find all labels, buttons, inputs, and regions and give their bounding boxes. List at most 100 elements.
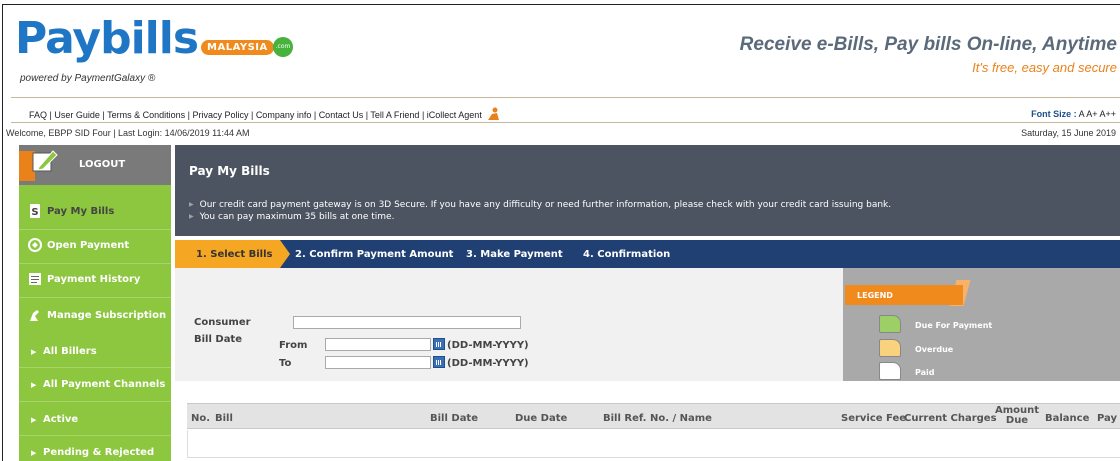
logout-button[interactable]: LOGOUT	[19, 145, 171, 185]
sidebar-separator	[19, 229, 171, 230]
calendar-icon[interactable]	[433, 356, 445, 368]
font-size-label: Font Size :	[1031, 109, 1077, 119]
powered-by: powered by PaymentGalaxy ®	[20, 73, 156, 84]
link-terms[interactable]: Terms & Conditions	[107, 110, 185, 120]
step-confirm-payment-amount[interactable]: 2. Confirm Payment Amount	[295, 249, 453, 260]
to-label: To	[279, 358, 292, 369]
col-due-date[interactable]: Due Date	[515, 413, 567, 424]
pencil-icon	[32, 150, 58, 172]
bill-date-label: Bill Date	[194, 334, 242, 345]
arrow-right-icon: ▶	[31, 381, 37, 389]
site-logo[interactable]: Paybills MALAYSIA .com	[15, 13, 293, 64]
sidebar-item-open-payment[interactable]: Open Payment	[19, 231, 171, 261]
sidebar-sub-active[interactable]: ▶ Active	[19, 409, 171, 433]
step-progress-bar: 1. Select Bills 2. Confirm Payment Amoun…	[175, 240, 1120, 268]
notice-list: ▶ Our credit card payment gateway is on 3…	[189, 199, 891, 223]
link-company-info[interactable]: Company info	[256, 110, 312, 120]
bills-table-body	[187, 430, 1120, 458]
dollar-doc-icon: S	[30, 204, 40, 218]
divider	[11, 97, 1120, 98]
page-title: Pay My Bills	[189, 164, 270, 178]
sidebar-separator	[19, 263, 171, 264]
legend-panel: LEGEND Due For Payment Overdue Paid	[843, 268, 1120, 381]
legend-due-label: Due For Payment	[915, 321, 993, 330]
overdue-swatch	[879, 339, 901, 357]
date-format-hint: (DD-MM-YYYY)	[447, 358, 529, 369]
arrow-right-icon: ▶	[31, 348, 37, 356]
step-select-bills[interactable]: 1. Select Bills	[196, 249, 272, 260]
link-icollect-agent[interactable]: iCollect Agent	[427, 110, 482, 120]
tagline: Receive e-Bills, Pay bills On-line, Anyt…	[739, 34, 1117, 55]
sidebar-item-pay-my-bills[interactable]: S Pay My Bills	[19, 197, 171, 227]
link-privacy[interactable]: Privacy Policy	[192, 110, 248, 120]
top-links: FAQ | User Guide | Terms & Conditions | …	[29, 107, 500, 121]
sidebar-separator	[19, 297, 171, 298]
link-tell-a-friend[interactable]: Tell A Friend	[370, 110, 419, 120]
sidebar-separator	[19, 435, 171, 436]
sidebar-separator	[19, 401, 171, 402]
step-make-payment[interactable]: 3. Make Payment	[466, 249, 563, 260]
logo-country: MALAYSIA	[201, 40, 274, 55]
sidebar-sub-all-billers[interactable]: ▶ All Billers	[19, 341, 171, 365]
col-bill-ref[interactable]: Bill Ref. No. / Name	[603, 413, 712, 424]
arrow-right-icon: ▶	[31, 416, 37, 424]
col-current-charges[interactable]: Current Charges	[904, 413, 997, 424]
svg-text:S: S	[31, 207, 38, 218]
sidebar-sub-pending-rejected[interactable]: ▶ Pending & Rejected	[19, 442, 171, 461]
font-size-control: Font Size : A A+ A++	[1031, 109, 1116, 119]
logo-wordmark: Paybills	[15, 13, 199, 64]
font-size-a-plus-plus[interactable]: A++	[1099, 109, 1116, 119]
link-faq[interactable]: FAQ	[29, 110, 47, 120]
consumer-input[interactable]	[293, 316, 521, 329]
sidebar-separator	[19, 367, 171, 368]
date-format-hint: (DD-MM-YYYY)	[447, 340, 529, 351]
bill-filter-form: Consumer Bill Date From (DD-MM-YYYY) To …	[175, 268, 843, 381]
logout-label: LOGOUT	[79, 159, 126, 170]
sidebar-sub-all-payment-channels[interactable]: ▶ All Payment Channels	[19, 374, 171, 398]
due-for-payment-swatch	[879, 315, 901, 333]
sidebar-item-manage-subscription[interactable]: Manage Subscription	[19, 301, 171, 331]
col-no[interactable]: No.	[191, 413, 210, 424]
current-date: Saturday, 15 June 2019	[1021, 128, 1116, 138]
welcome-text: Welcome, EBPP SID Four | Last Login: 14/…	[6, 128, 250, 138]
site-header: Paybills MALAYSIA .com powered by Paymen…	[3, 5, 1120, 91]
to-date-input[interactable]	[325, 356, 431, 369]
consumer-label: Consumer	[194, 317, 251, 328]
agent-person-icon	[488, 107, 500, 120]
open-payment-icon	[28, 238, 42, 252]
font-size-a-plus[interactable]: A+	[1086, 109, 1097, 119]
legend-paid-label: Paid	[915, 368, 935, 377]
page-header: Pay My Bills ▶ Our credit card payment ga…	[175, 145, 1120, 236]
active-step-arrow	[280, 240, 290, 268]
history-list-icon	[29, 273, 41, 285]
notice-item: ▶ You can pay maximum 35 bills at one tim…	[189, 212, 395, 222]
col-balance[interactable]: Balance	[1045, 413, 1089, 424]
bullet-arrow-icon: ▶	[189, 213, 194, 220]
link-contact-us[interactable]: Contact Us	[319, 110, 364, 120]
paid-swatch	[879, 362, 901, 380]
sidebar-item-payment-history[interactable]: Payment History	[19, 265, 171, 295]
col-pay[interactable]: Pay	[1097, 413, 1117, 424]
arrow-right-icon: ▶	[31, 449, 37, 457]
from-date-input[interactable]	[325, 338, 431, 351]
subscription-hand-icon	[30, 310, 39, 321]
page-frame: Paybills MALAYSIA .com powered by Paymen…	[2, 4, 1120, 461]
link-user-guide[interactable]: User Guide	[54, 110, 100, 120]
step-confirmation[interactable]: 4. Confirmation	[583, 249, 670, 260]
from-label: From	[279, 340, 308, 351]
legend-overdue-label: Overdue	[915, 345, 954, 354]
divider	[11, 122, 1120, 123]
bills-table-header: No. Bill Bill Date Due Date Bill Ref. No…	[187, 403, 1120, 429]
col-amount-due[interactable]: Amount Due	[992, 406, 1042, 426]
tagline-sub: It's free, easy and secure	[972, 60, 1117, 75]
calendar-icon[interactable]	[433, 338, 445, 350]
notice-item: ▶ Our credit card payment gateway is on 3…	[189, 200, 892, 210]
font-size-a[interactable]: A	[1079, 109, 1085, 119]
bullet-arrow-icon: ▶	[189, 201, 194, 208]
sidebar: LOGOUT S Pay My Bills Open Payment Payme…	[19, 145, 171, 461]
legend-tab: LEGEND	[845, 285, 963, 305]
col-bill-date[interactable]: Bill Date	[430, 413, 478, 424]
logo-dot-icon: .com	[273, 37, 293, 57]
col-service-fee[interactable]: Service Fee	[841, 413, 906, 424]
col-bill[interactable]: Bill	[215, 413, 233, 424]
